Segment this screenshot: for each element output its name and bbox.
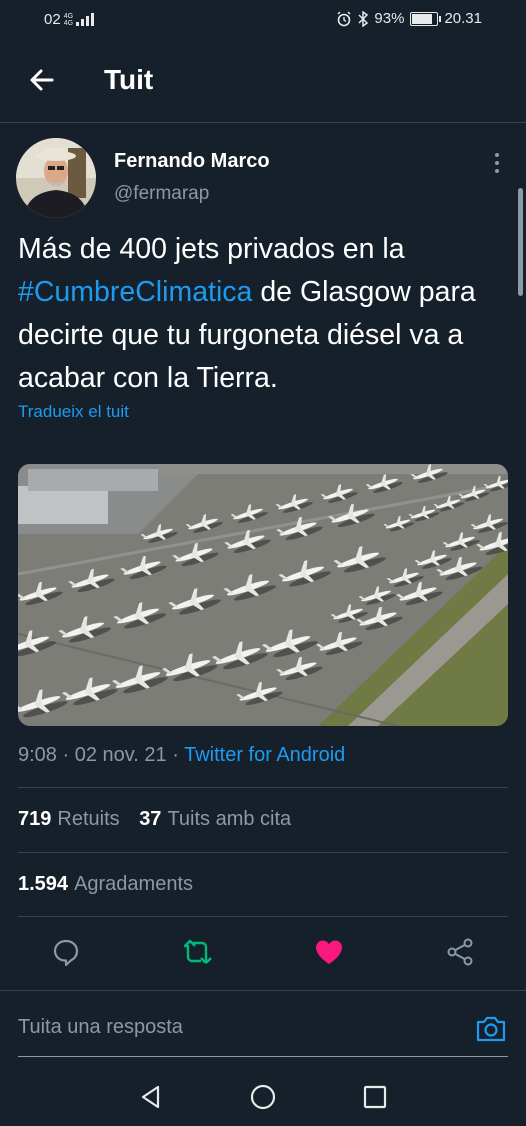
likes-label: Agradaments [74, 873, 194, 895]
likes-stat[interactable]: 1.594 Agradaments [18, 873, 193, 896]
bluetooth-icon [358, 10, 369, 27]
scrollbar[interactable] [518, 188, 523, 296]
avatar[interactable] [16, 138, 96, 218]
retweets-stat[interactable]: 719 Retuits [18, 808, 120, 830]
tweet-date: 02 nov. 21 [74, 744, 167, 766]
hashtag-link[interactable]: #CumbreClimatica [18, 276, 252, 308]
more-vertical-icon[interactable] [488, 150, 506, 176]
retweet-icon[interactable] [182, 936, 214, 968]
battery-fill [412, 13, 433, 24]
meta-separator: · [56, 744, 75, 766]
share-icon[interactable] [444, 936, 476, 968]
tweet-time: 9:08 [18, 744, 57, 766]
tweet-source[interactable]: Twitter for Android [184, 744, 345, 766]
reply-input[interactable]: Tuita una resposta [18, 1016, 183, 1039]
airport-photo [18, 464, 508, 726]
divider [18, 787, 508, 788]
battery-icon [410, 11, 442, 26]
divider [18, 852, 508, 853]
tweet-photo[interactable] [18, 464, 508, 726]
retweets-count: 719 [18, 808, 52, 830]
retweets-label: Retuits [57, 808, 120, 830]
tweet-meta: 9:08 · 02 nov. 21 · Twitter for Android [18, 744, 345, 767]
status-right: 93% 20.31 [336, 10, 482, 27]
avatar-image [16, 138, 96, 218]
tweet-text-start: Más de 400 jets privados en la [18, 233, 405, 265]
comment-icon[interactable] [50, 936, 82, 968]
clock: 20.31 [444, 10, 482, 27]
author-name[interactable]: Fernando Marco [114, 150, 270, 173]
author-handle[interactable]: @fermarap [114, 183, 209, 205]
status-bar: 02 4G 4G 93% 20.31 [0, 0, 526, 40]
translate-link[interactable]: Tradueix el tuit [18, 402, 129, 422]
camera-icon[interactable] [474, 1012, 508, 1046]
alarm-icon [337, 10, 351, 26]
retweet-stats: 719 Retuits 37 Tuits amb cita [18, 808, 291, 831]
arrow-left-icon[interactable] [26, 64, 58, 96]
network-type: 4G 4G [64, 13, 73, 27]
tweet-text: Más de 400 jets privados en la #CumbreCl… [18, 228, 508, 400]
quotes-stat[interactable]: 37 Tuits amb cita [139, 808, 291, 830]
divider [0, 990, 526, 991]
signal-icon [76, 13, 95, 26]
reply-underline [18, 1056, 508, 1057]
carrier-label: 02 [44, 11, 61, 28]
battery-percent: 93% [374, 10, 405, 27]
circle-home-icon[interactable] [248, 1082, 278, 1112]
meta-separator-2: · [166, 744, 185, 766]
quotes-count: 37 [139, 808, 162, 830]
divider [18, 916, 508, 917]
network-label-secondary: 4G [63, 19, 74, 27]
app-bar: Tuit [0, 40, 526, 123]
status-left: 02 4G 4G [44, 11, 95, 28]
action-bar [0, 930, 526, 974]
heart-icon[interactable] [313, 936, 345, 968]
likes-count: 1.594 [18, 873, 69, 895]
page-title: Tuit [104, 64, 154, 95]
network-label: 4G [63, 12, 74, 20]
square-recents-icon[interactable] [360, 1082, 390, 1112]
triangle-back-icon[interactable] [136, 1082, 166, 1112]
system-nav-bar [0, 1066, 526, 1126]
quotes-label: Tuits amb cita [167, 808, 292, 830]
